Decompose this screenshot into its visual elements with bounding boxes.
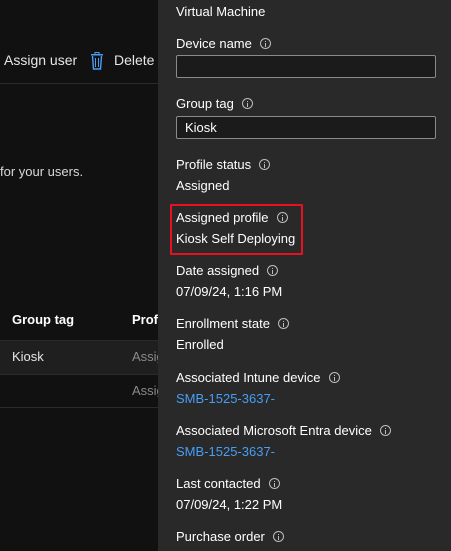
device-name-input[interactable] [176, 55, 436, 78]
purchase-order-label-text: Purchase order [176, 529, 265, 544]
entra-device-link[interactable]: SMB-1525-3637- [176, 444, 275, 459]
info-icon[interactable] [259, 159, 271, 170]
info-icon[interactable] [241, 98, 253, 109]
background-page: Assign user Delete for your users. Group… [0, 0, 164, 551]
last-contacted-value: 07/09/24, 1:22 PM [176, 497, 283, 512]
group-tag-input[interactable] [176, 116, 436, 139]
date-assigned-value: 07/09/24, 1:16 PM [176, 284, 283, 299]
entra-device-label: Associated Microsoft Entra device [176, 423, 391, 438]
info-icon[interactable] [268, 478, 280, 489]
table-cell-group-tag: Kiosk [12, 349, 44, 364]
info-icon[interactable] [379, 425, 391, 436]
assign-user-button[interactable]: Assign user [4, 52, 77, 68]
column-header-profile[interactable]: Prof [132, 312, 158, 327]
table-row-divider [0, 374, 158, 375]
info-icon[interactable] [267, 265, 279, 276]
table-row-divider [0, 407, 158, 408]
date-assigned-label: Date assigned [176, 263, 279, 278]
last-contacted-label: Last contacted [176, 476, 280, 491]
toolbar-divider [0, 83, 158, 84]
device-details-panel: Virtual Machine Device name Group tag Pr… [158, 0, 451, 551]
purchase-order-label: Purchase order [176, 529, 284, 544]
entra-device-label-text: Associated Microsoft Entra device [176, 423, 372, 438]
device-name-label: Device name [176, 36, 271, 51]
last-contacted-label-text: Last contacted [176, 476, 261, 491]
page-description: for your users. [0, 164, 84, 179]
trash-icon[interactable] [90, 52, 104, 70]
enrollment-state-value: Enrolled [176, 337, 224, 352]
group-tag-label: Group tag [176, 96, 253, 111]
device-name-label-text: Device name [176, 36, 252, 51]
enrollment-state-label-text: Enrollment state [176, 316, 270, 331]
intune-device-label: Associated Intune device [176, 370, 340, 385]
column-header-group-tag[interactable]: Group tag [12, 312, 74, 327]
intune-device-label-text: Associated Intune device [176, 370, 321, 385]
info-icon[interactable] [272, 531, 284, 542]
info-icon[interactable] [276, 212, 288, 223]
assigned-profile-label-text: Assigned profile [176, 210, 269, 225]
date-assigned-label-text: Date assigned [176, 263, 260, 278]
delete-button[interactable]: Delete [114, 52, 154, 68]
info-icon[interactable] [277, 318, 289, 329]
group-tag-label-text: Group tag [176, 96, 234, 111]
info-icon[interactable] [328, 372, 340, 383]
model-value: Virtual Machine [176, 4, 266, 19]
profile-status-value: Assigned [176, 178, 230, 193]
assigned-profile-value: Kiosk Self Deploying [176, 231, 296, 246]
profile-status-label: Profile status [176, 157, 271, 172]
profile-status-label-text: Profile status [176, 157, 252, 172]
enrollment-state-label: Enrollment state [176, 316, 289, 331]
assigned-profile-label: Assigned profile [176, 210, 288, 225]
intune-device-link[interactable]: SMB-1525-3637- [176, 391, 275, 406]
info-icon[interactable] [259, 38, 271, 49]
